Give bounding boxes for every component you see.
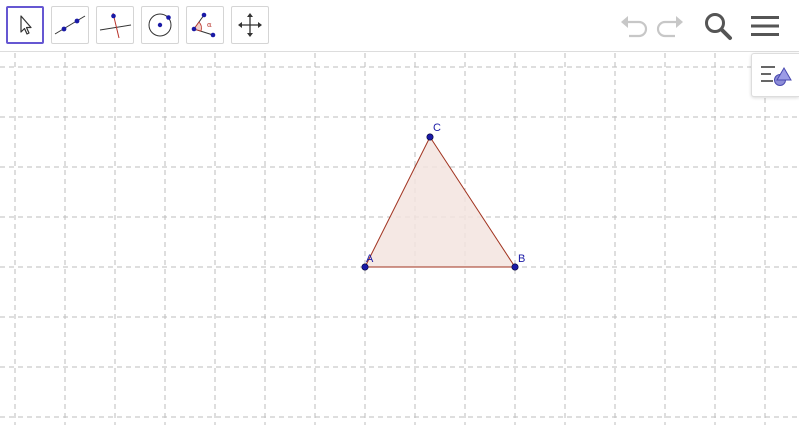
- move-tool-button[interactable]: [6, 6, 44, 44]
- algebra-view-icon: [760, 66, 792, 86]
- point-label-c: C: [433, 122, 441, 134]
- perpendicular-line-tool-button[interactable]: [96, 6, 134, 44]
- circle-center-point-icon: [148, 13, 172, 37]
- move-arrow-icon: [20, 15, 32, 35]
- line-tool-button[interactable]: [51, 6, 89, 44]
- redo-button[interactable]: [654, 10, 686, 42]
- graphics-view[interactable]: A B C: [0, 53, 799, 425]
- toolbar: α: [0, 0, 799, 52]
- menu-icon: [751, 16, 779, 36]
- angle-icon: α: [191, 12, 216, 38]
- undo-button[interactable]: [618, 10, 650, 42]
- angle-tool-button[interactable]: α: [186, 6, 224, 44]
- point-label-a: A: [366, 253, 374, 265]
- algebra-view-toggle-button[interactable]: [751, 53, 799, 97]
- triangle-polygon[interactable]: [365, 137, 515, 267]
- search-button[interactable]: [701, 10, 735, 42]
- point-label-b: B: [518, 253, 525, 265]
- perpendicular-line-icon: [99, 12, 132, 39]
- point-c[interactable]: [426, 133, 434, 141]
- redo-icon: [656, 16, 683, 38]
- svg-text:α: α: [207, 21, 212, 29]
- move-graphics-view-icon: [238, 13, 262, 37]
- undo-icon: [621, 16, 648, 38]
- search-icon: [705, 13, 732, 40]
- line-icon: [54, 15, 86, 35]
- main-menu-button[interactable]: [748, 10, 782, 42]
- move-graphics-view-tool-button[interactable]: [231, 6, 269, 44]
- circle-tool-button[interactable]: [141, 6, 179, 44]
